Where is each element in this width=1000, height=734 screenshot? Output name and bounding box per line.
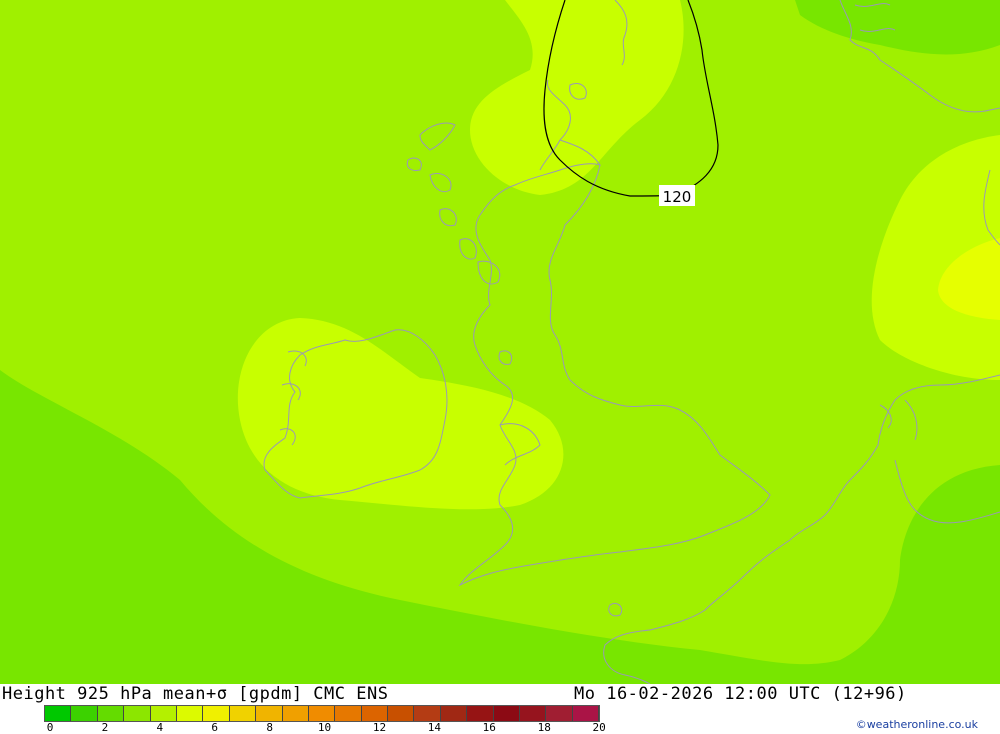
colorbar-swatch — [572, 706, 600, 721]
colorbar-tick-label: 0 — [46, 721, 54, 734]
colorbar-swatch — [388, 706, 415, 721]
colorbar-swatch — [45, 706, 72, 721]
colorbar-swatch — [414, 706, 441, 721]
colorbar-swatch — [440, 706, 468, 721]
colorbar-swatch — [97, 706, 125, 721]
colorbar-swatch — [335, 706, 362, 721]
weather-map: 120 — [0, 0, 1000, 684]
contour-label-120: 120 — [663, 188, 692, 206]
colorbar-swatch — [150, 706, 177, 721]
colorbar-tick-label: 2 — [101, 721, 109, 734]
colorbar-swatch — [124, 706, 151, 721]
colorbar-tick-label: 6 — [211, 721, 219, 734]
colorbar-swatch — [520, 706, 547, 721]
colorbar-swatch — [467, 706, 494, 721]
map-title: Height 925 hPa mean+σ [gpdm] CMC ENS — [2, 684, 389, 704]
colorbar-tick-label: 16 — [482, 721, 496, 734]
colorbar-tick-label: 8 — [266, 721, 273, 734]
map-datetime: Mo 16-02-2026 12:00 UTC (12+96) — [574, 684, 907, 704]
colorbar-tick-label: 4 — [156, 721, 164, 734]
colorbar-tick-label: 12 — [372, 721, 387, 734]
colorbar-swatch — [282, 706, 309, 721]
colorbar-swatch — [361, 706, 389, 721]
colorbar-tick-label: 14 — [427, 721, 441, 734]
colorbar — [44, 705, 601, 722]
colorbar-swatch — [71, 706, 98, 721]
colorbar-tick-label: 20 — [592, 721, 606, 734]
colorbar-tick-label: 10 — [317, 721, 332, 734]
colorbar-swatch — [308, 706, 336, 721]
colorbar-swatch — [546, 706, 573, 721]
map-footer: Height 925 hPa mean+σ [gpdm] CMC ENS Mo … — [0, 684, 1000, 734]
colorbar-labels: 0 2 4 6 8 10 12 14 16 18 20 — [44, 721, 624, 734]
colorbar-swatch — [256, 706, 283, 721]
colorbar-swatch — [229, 706, 257, 721]
colorbar-tick-label: 18 — [537, 721, 551, 734]
credit-link[interactable]: ©weatheronline.co.uk — [856, 718, 978, 731]
colorbar-swatch — [176, 706, 204, 721]
colorbar-swatch — [493, 706, 521, 721]
map-canvas: 120 — [0, 0, 1000, 684]
colorbar-swatch — [203, 706, 230, 721]
